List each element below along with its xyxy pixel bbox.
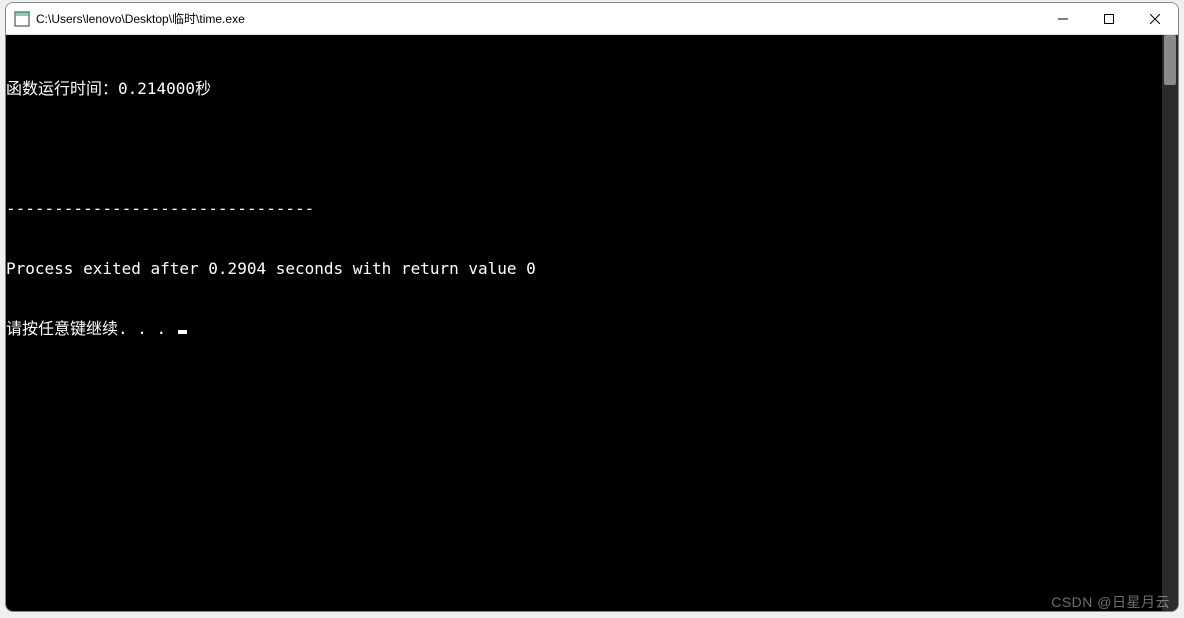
close-button[interactable] [1132, 3, 1178, 34]
output-line: -------------------------------- [6, 199, 1162, 219]
console-window: C:\Users\lenovo\Desktop\临时\time.exe 函数运行… [5, 2, 1179, 612]
vertical-scrollbar[interactable] [1162, 35, 1178, 611]
console-output: 函数运行时间：0.214000秒 -----------------------… [6, 35, 1162, 611]
minimize-button[interactable] [1040, 3, 1086, 34]
prompt-line: 请按任意键继续. . . [6, 319, 1162, 339]
window-controls [1040, 3, 1178, 34]
window-title: C:\Users\lenovo\Desktop\临时\time.exe [36, 10, 1040, 27]
maximize-button[interactable] [1086, 3, 1132, 34]
output-line [6, 139, 1162, 159]
cursor-icon [178, 330, 187, 334]
output-line: 函数运行时间：0.214000秒 [6, 79, 1162, 99]
scrollbar-thumb[interactable] [1164, 35, 1176, 85]
watermark-text: CSDN @日星月云 [1051, 592, 1170, 612]
prompt-text: 请按任意键继续. . . [6, 319, 176, 338]
app-icon [14, 11, 30, 27]
titlebar[interactable]: C:\Users\lenovo\Desktop\临时\time.exe [6, 3, 1178, 35]
output-line: Process exited after 0.2904 seconds with… [6, 259, 1162, 279]
console-area[interactable]: 函数运行时间：0.214000秒 -----------------------… [6, 35, 1178, 611]
